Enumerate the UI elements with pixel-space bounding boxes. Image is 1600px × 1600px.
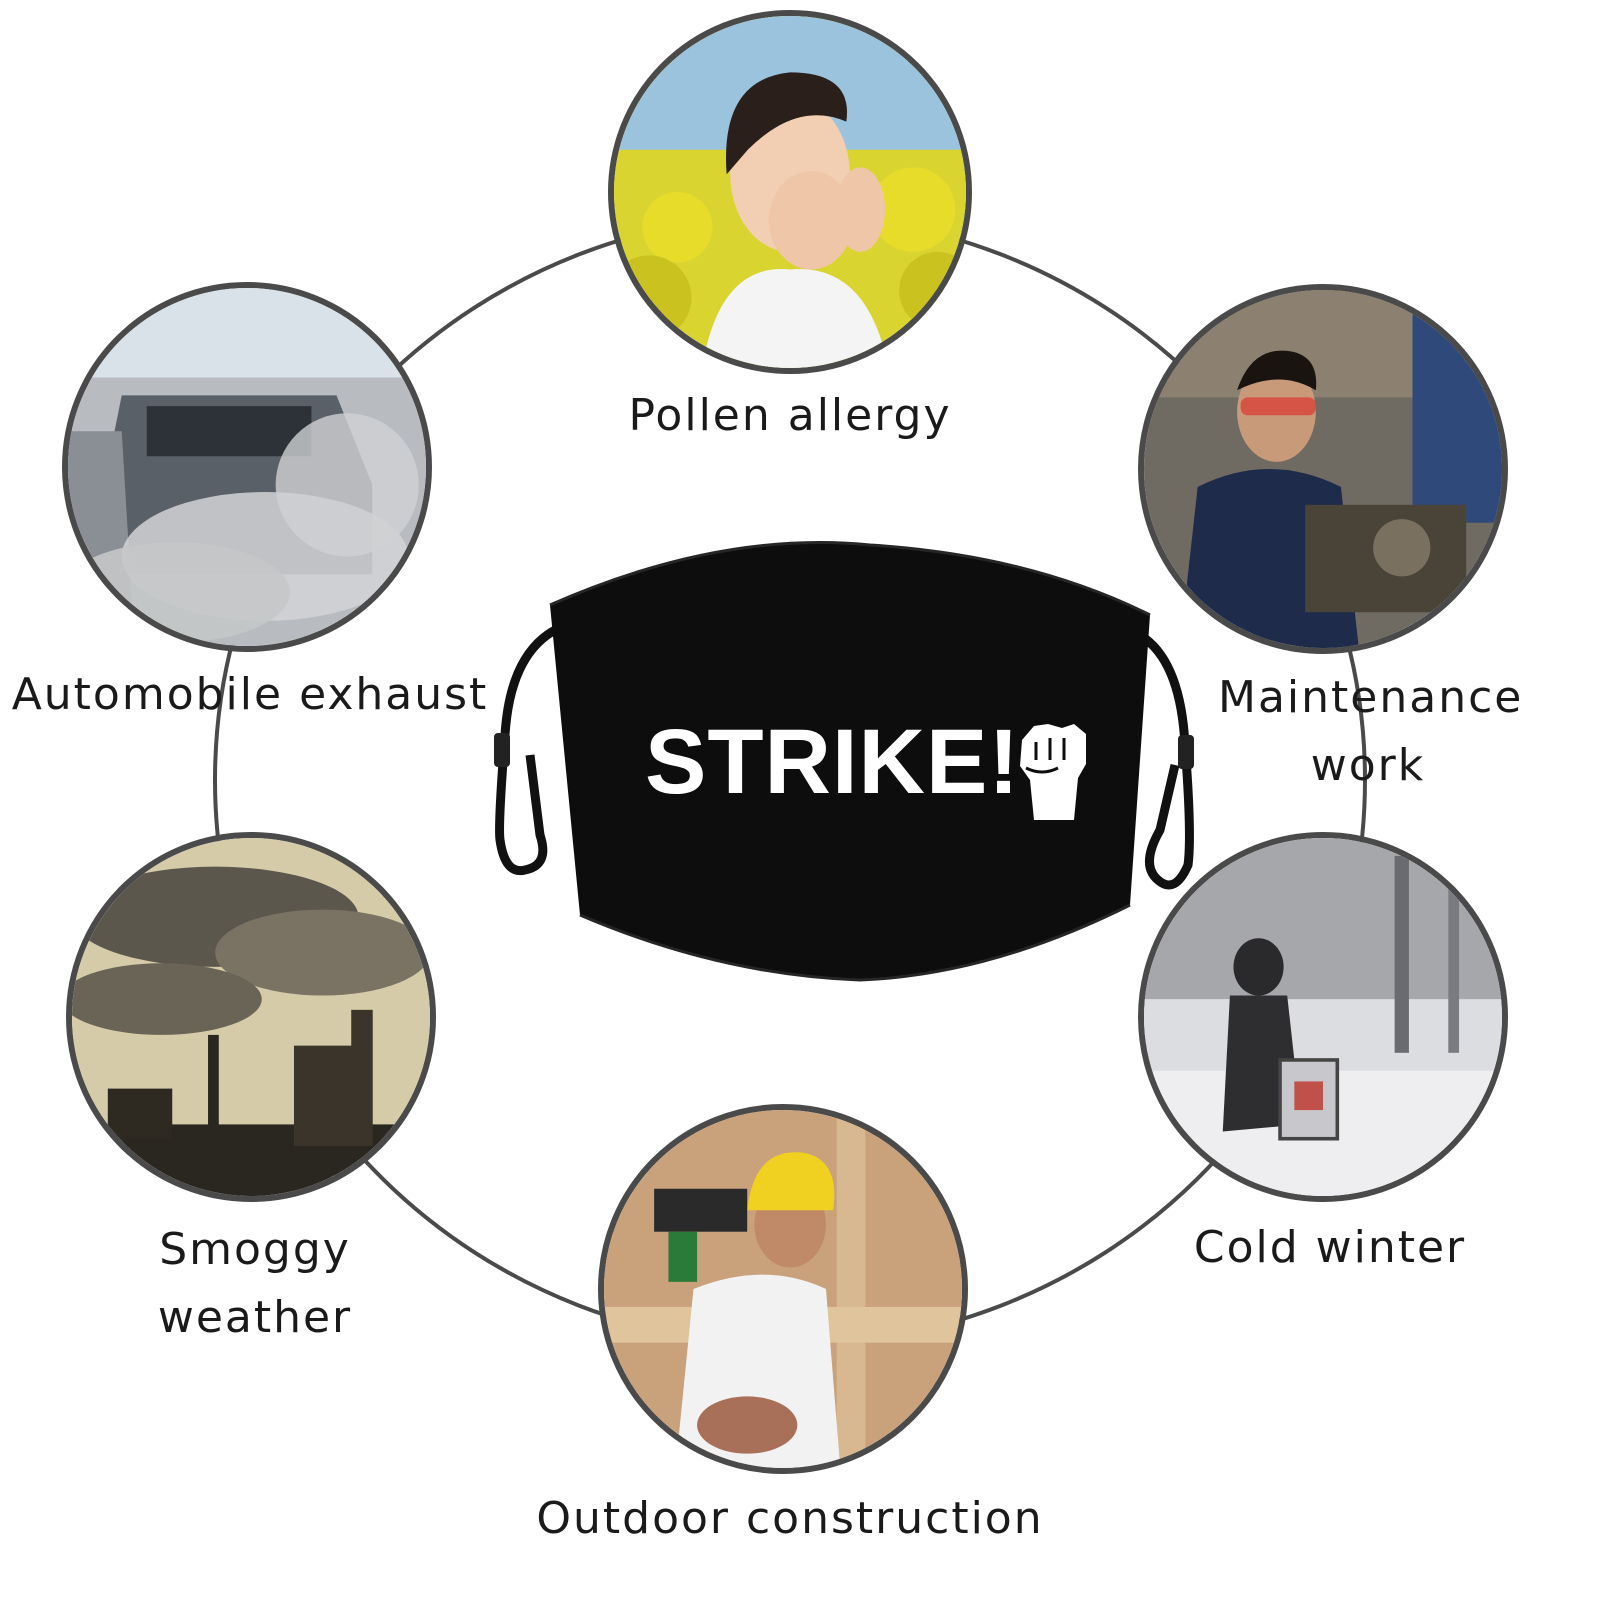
face-mask-product: STRIKE!: [470, 535, 1230, 1015]
label-cold-winter: Cold winter: [1193, 1222, 1467, 1273]
automobile-exhaust-photo: [62, 282, 432, 652]
outdoor-construction-photo: [598, 1104, 968, 1474]
label-maintenance-work: Maintenance work: [1218, 672, 1524, 791]
label-automobile-exhaust: Automobile exhaust: [11, 669, 489, 720]
pollen-allergy-photo: [608, 10, 972, 374]
label-smoggy-weather: Smoggy weather: [157, 1224, 353, 1343]
smoggy-weather-photo: [66, 832, 436, 1202]
label-outdoor-construction: Outdoor construction: [536, 1493, 1044, 1544]
label-pollen-allergy: Pollen allergy: [628, 390, 952, 441]
mask-print-text: STRIKE!: [645, 711, 1020, 813]
